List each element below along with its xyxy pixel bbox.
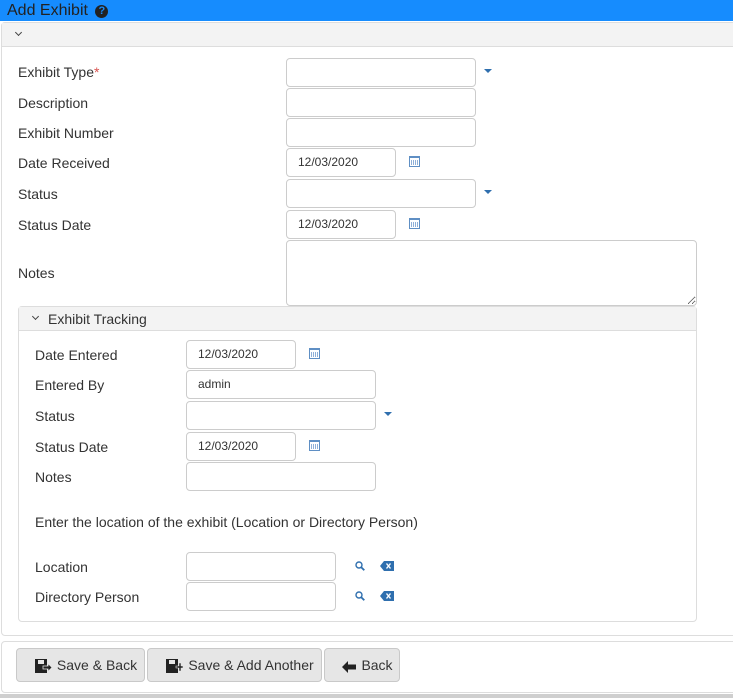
back-label: Back — [361, 657, 393, 673]
entered-by-label: Entered By — [35, 377, 105, 393]
notes-textarea[interactable] — [286, 240, 697, 306]
tracking-status-label: Status — [35, 408, 75, 424]
save-and-add-another-button[interactable]: Save & Add Another — [147, 648, 322, 682]
entered-by-input[interactable]: admin — [186, 370, 376, 399]
title-bar: Add Exhibit ? — [0, 0, 733, 21]
status-label: Status — [18, 186, 58, 202]
notes-label: Notes — [18, 265, 55, 281]
date-entered-label: Date Entered — [35, 347, 118, 363]
status-date-input[interactable]: 12/03/2020 — [286, 210, 396, 239]
location-instruction-text: Enter the location of the exhibit (Locat… — [35, 514, 418, 530]
window-bottom-edge — [0, 694, 733, 698]
arrow-left-icon — [342, 661, 357, 673]
date-received-input[interactable]: 12/03/2020 — [286, 148, 396, 177]
calendar-icon[interactable] — [409, 218, 420, 229]
description-label: Description — [18, 95, 89, 111]
location-label: Location — [35, 559, 88, 575]
directory-person-input[interactable] — [186, 582, 336, 611]
calendar-icon[interactable] — [409, 156, 420, 167]
status-dropdown-caret-icon[interactable] — [484, 190, 492, 194]
tracking-notes-label: Notes — [35, 469, 72, 485]
save-exit-icon — [34, 659, 53, 673]
save-and-add-another-label: Save & Add Another — [188, 657, 314, 673]
save-add-icon — [166, 659, 184, 673]
chevron-down-icon[interactable] — [31, 312, 40, 321]
tracking-notes-input[interactable] — [186, 462, 376, 491]
directory-person-label: Directory Person — [35, 589, 140, 605]
tracking-status-date-input[interactable]: 12/03/2020 — [186, 432, 296, 461]
location-input[interactable] — [186, 552, 336, 581]
exhibit-number-label: Exhibit Number — [18, 125, 114, 141]
exhibit-type-label: Exhibit Type* — [18, 64, 100, 80]
description-input[interactable] — [286, 88, 476, 117]
search-icon[interactable] — [355, 561, 365, 571]
calendar-icon[interactable] — [309, 348, 320, 359]
exhibit-type-select[interactable] — [286, 58, 476, 87]
tracking-status-date-label: Status Date — [35, 439, 109, 455]
exhibit-type-dropdown-caret-icon[interactable] — [484, 69, 492, 73]
exhibit-tracking-heading[interactable]: Exhibit Tracking — [19, 307, 696, 331]
exhibit-number-input[interactable] — [286, 118, 476, 147]
required-marker: * — [94, 64, 100, 80]
clear-icon[interactable] — [380, 591, 394, 601]
status-date-label: Status Date — [18, 217, 92, 233]
search-icon[interactable] — [355, 591, 365, 601]
exhibit-tracking-title: Exhibit Tracking — [48, 311, 147, 327]
main-panel-heading[interactable] — [2, 23, 733, 47]
tracking-status-dropdown-caret-icon[interactable] — [384, 412, 392, 416]
clear-icon[interactable] — [380, 561, 394, 571]
status-select[interactable] — [286, 179, 476, 208]
save-and-back-label: Save & Back — [56, 657, 138, 673]
calendar-icon[interactable] — [309, 440, 320, 451]
date-entered-input[interactable]: 12/03/2020 — [186, 340, 296, 369]
page-title: Add Exhibit — [7, 2, 88, 19]
tracking-status-select[interactable] — [186, 401, 376, 430]
save-and-back-button[interactable]: Save & Back — [16, 648, 145, 682]
back-button[interactable]: Back — [324, 648, 400, 682]
help-icon[interactable]: ? — [95, 5, 109, 18]
date-received-label: Date Received — [18, 155, 110, 171]
chevron-down-icon[interactable] — [14, 28, 23, 37]
